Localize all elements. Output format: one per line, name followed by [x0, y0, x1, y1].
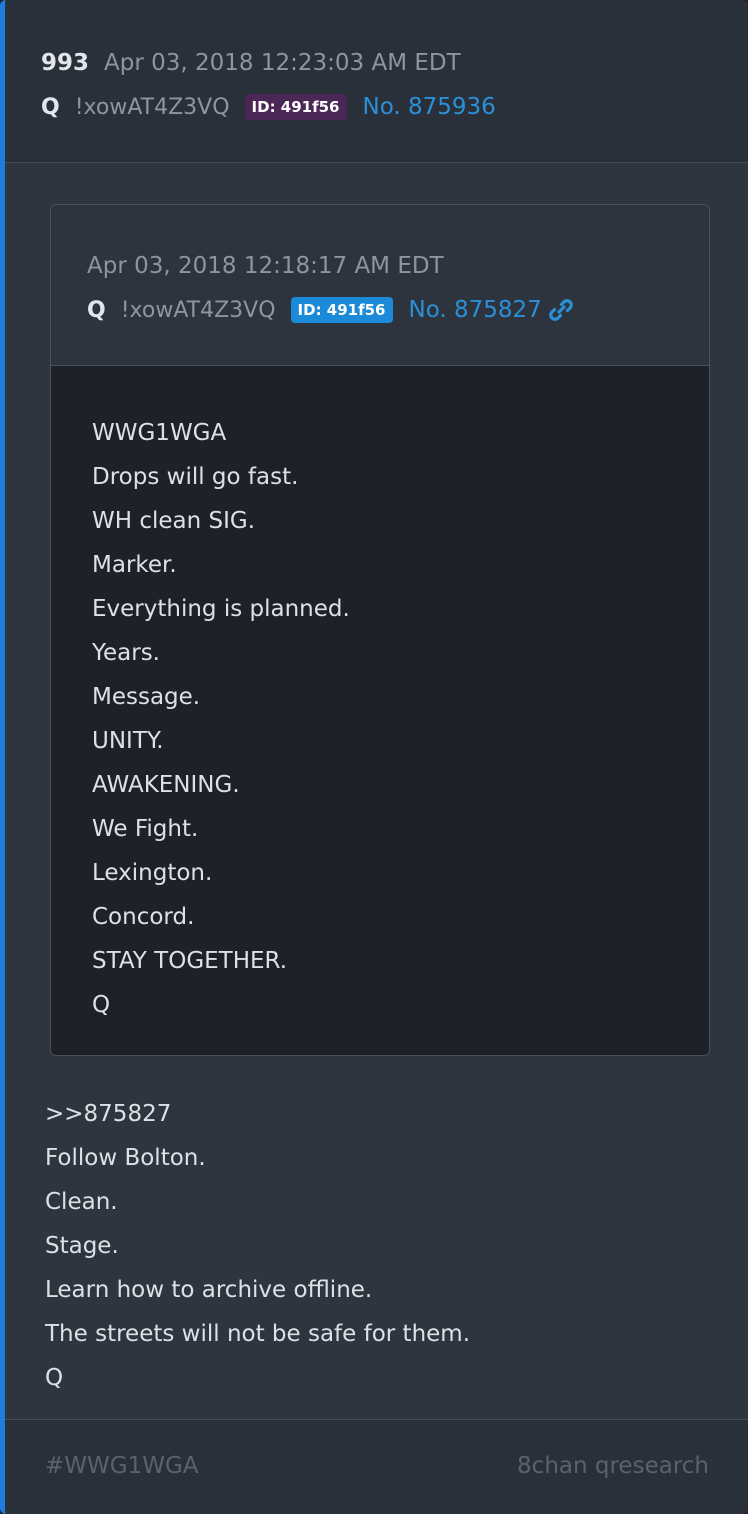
quoted-post-author: Q — [87, 297, 106, 323]
post-body: >>875827 Follow Bolton. Clean. Stage. Le… — [45, 1092, 470, 1400]
quoted-line: AWAKENING. — [92, 772, 240, 798]
post-tripcode: !xowAT4Z3VQ — [74, 94, 230, 120]
source-label: 8chan qresearch — [517, 1453, 709, 1479]
post-number: 993 — [41, 50, 90, 76]
quoted-line: Lexington. — [92, 860, 213, 886]
post-line: Stage. — [45, 1233, 119, 1259]
quoted-poster-id-badge: ID: 491f56 — [290, 297, 393, 323]
post-header: 993 Apr 03, 2018 12:23:03 AM EDT Q !xowA… — [5, 0, 748, 163]
quoted-post-timestamp: Apr 03, 2018 12:18:17 AM EDT — [87, 253, 444, 279]
poster-id-badge: ID: 491f56 — [244, 94, 347, 120]
post-line: Clean. — [45, 1189, 118, 1215]
post-timestamp: Apr 03, 2018 12:23:03 AM EDT — [104, 50, 461, 76]
quoted-post-header: Apr 03, 2018 12:18:17 AM EDT Q !xowAT4Z3… — [51, 205, 709, 366]
post-author: Q — [41, 94, 60, 120]
post-number-link[interactable]: No. 875936 — [363, 94, 496, 120]
quoted-post-number-link[interactable]: No. 875827 — [409, 297, 542, 323]
quoted-line: Marker. — [92, 552, 177, 578]
quoted-line: Everything is planned. — [92, 596, 350, 622]
quoted-line: Concord. — [92, 904, 195, 930]
link-icon[interactable] — [548, 297, 574, 323]
quoted-line: WWG1WGA — [92, 420, 227, 446]
quoted-post-body: WWG1WGA Drops will go fast. WH clean SIG… — [92, 411, 350, 1027]
quoted-line: STAY TOGETHER. — [92, 948, 288, 974]
quoted-line: Years. — [92, 640, 160, 666]
post-footer: #WWG1WGA 8chan qresearch — [5, 1419, 748, 1514]
quoted-line: Drops will go fast. — [92, 464, 299, 490]
quoted-line: We Fight. — [92, 816, 199, 842]
post-line: Follow Bolton. — [45, 1145, 206, 1171]
quote-reference-link[interactable]: >>875827 — [45, 1092, 470, 1136]
quoted-post: Apr 03, 2018 12:18:17 AM EDT Q !xowAT4Z3… — [50, 204, 710, 1056]
post-line: The streets will not be safe for them. — [45, 1321, 471, 1347]
quoted-line: WH clean SIG. — [92, 508, 256, 534]
post-line: Q — [45, 1365, 64, 1391]
quoted-post-tripcode: !xowAT4Z3VQ — [120, 297, 276, 323]
hashtag: #WWG1WGA — [45, 1453, 199, 1479]
quoted-line: UNITY. — [92, 728, 164, 754]
post-line: Learn how to archive offline. — [45, 1277, 373, 1303]
quoted-line: Q — [92, 992, 111, 1018]
post-card: 993 Apr 03, 2018 12:23:03 AM EDT Q !xowA… — [0, 0, 748, 1514]
quoted-line: Message. — [92, 684, 201, 710]
